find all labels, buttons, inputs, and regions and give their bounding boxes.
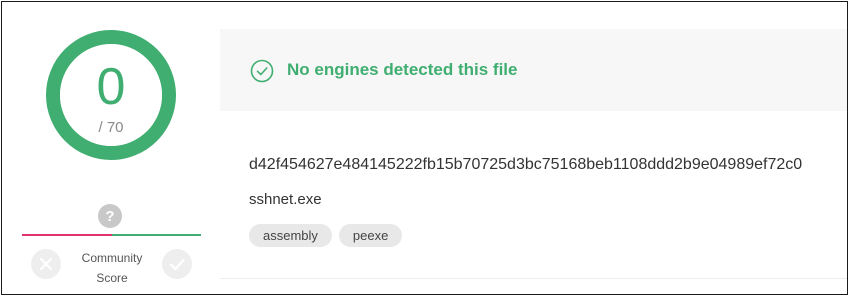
check-circle-icon [250, 59, 274, 83]
detection-score-donut: 0 / 70 [43, 27, 179, 163]
file-hash[interactable]: d42f454627e484145222fb15b70725d3bc75168b… [249, 156, 802, 174]
file-name: sshnet.exe [249, 191, 322, 208]
svg-text:?: ? [105, 208, 114, 225]
community-score-label: Community Score [69, 248, 155, 288]
file-info-panel: d42f454627e484145222fb15b70725d3bc75168b… [220, 113, 847, 279]
file-report-card: 0 / 70 ? Community Score No engines dete… [1, 1, 848, 295]
file-tags: assembly peexe [249, 224, 403, 247]
community-score-bar-positive [112, 234, 201, 236]
vote-harmless-button[interactable] [161, 248, 193, 280]
score-column: 0 / 70 ? Community Score [2, 2, 217, 294]
community-label-line2: Score [96, 271, 128, 285]
community-label-line1: Community [81, 251, 143, 265]
tag-peexe[interactable]: peexe [338, 224, 403, 247]
tag-assembly[interactable]: assembly [249, 224, 332, 247]
close-icon [31, 249, 61, 279]
community-score-bar-negative [22, 234, 112, 236]
detection-banner-text: No engines detected this file [287, 60, 518, 79]
detection-banner: No engines detected this file [220, 29, 847, 111]
detection-score: 0 [96, 58, 126, 116]
vote-harmful-button[interactable] [30, 248, 62, 280]
question-icon[interactable]: ? [96, 202, 124, 230]
detection-total: / 70 [98, 119, 124, 136]
check-icon [162, 249, 192, 279]
